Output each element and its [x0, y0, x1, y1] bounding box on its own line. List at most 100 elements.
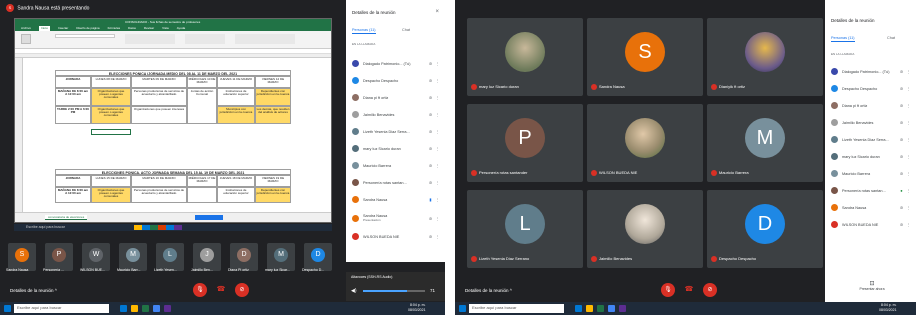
shared-taskbar-search[interactable]: Escribe aquí para buscar	[26, 225, 65, 229]
video-tile[interactable]: Jaimillo Benavides	[587, 190, 703, 268]
speaker-icon[interactable]: ◀)	[351, 288, 357, 294]
more-icon[interactable]: ⋮	[434, 234, 441, 239]
more-icon[interactable]: ⋮	[434, 78, 441, 83]
video-tile[interactable]: P Personería rotas santander	[467, 104, 583, 182]
participant-tile[interactable]: J	[193, 243, 221, 271]
person-row[interactable]: Mauricio Barrera ⊘ ⋮	[831, 168, 912, 179]
file-explorer-icon[interactable]	[586, 305, 593, 312]
more-icon[interactable]: ⋮	[434, 112, 441, 117]
windows-start-icon[interactable]	[4, 305, 11, 312]
more-icon[interactable]: ⋮	[434, 95, 441, 100]
camera-off-button[interactable]: ⊘	[703, 283, 717, 297]
more-icon[interactable]: ⋮	[905, 69, 912, 74]
person-row[interactable]: Personería rotas santan... ● ⋮	[831, 185, 912, 196]
chrome-icon[interactable]	[608, 305, 615, 312]
more-icon[interactable]: ⋮	[905, 171, 912, 176]
tab-people[interactable]: Personas (11)	[352, 28, 376, 34]
taskbar-search[interactable]: Escribe aquí para buscar	[469, 304, 564, 313]
tab-chat[interactable]: Chat	[402, 28, 410, 32]
mic-off-icon[interactable]: ⊘	[898, 171, 905, 176]
video-tile[interactable]: Dianiyik ft ortiz	[707, 18, 823, 96]
sheet-tab[interactable]: convocatoria de elecciones	[45, 215, 88, 220]
meeting-details-toggle[interactable]: Detalles de la reunión ^	[465, 288, 512, 293]
more-icon[interactable]: ⋮	[905, 137, 912, 142]
mic-off-icon[interactable]: ⊘	[427, 180, 434, 185]
mic-off-icon[interactable]: ⊘	[898, 103, 905, 108]
excel-icon[interactable]	[142, 305, 149, 312]
video-tile[interactable]: L Lizeth Yesenia Diaz Serrano	[467, 190, 583, 268]
more-icon[interactable]: ⋮	[434, 146, 441, 151]
video-tile[interactable]: mary luz Sicario duran	[467, 18, 583, 96]
hangup-button[interactable]: ☎	[214, 283, 228, 297]
more-icon[interactable]: ⋮	[905, 188, 912, 193]
teams-icon[interactable]	[619, 305, 626, 312]
person-row[interactable]: Sandra Nausa ⊘ ⋮	[831, 202, 912, 213]
person-row[interactable]: Despacho Despacho ⊘ ⋮	[352, 75, 441, 86]
person-row[interactable]: Dialogado Patrimonio... (Tú) ⊘ ⋮	[352, 58, 441, 69]
person-row[interactable]: Dialogado Patrimonio... (Tú) ⊘ ⋮	[831, 66, 912, 77]
participant-tile[interactable]: W	[82, 243, 110, 271]
mic-off-button[interactable]: 🎙	[661, 283, 675, 297]
person-row[interactable]: Sandra Nausa ▮ ⋮	[352, 194, 441, 205]
font-selector[interactable]	[55, 34, 115, 38]
video-tile[interactable]: WILSON BUEDA NIE	[587, 104, 703, 182]
mic-off-icon[interactable]: ⊘	[898, 69, 905, 74]
participant-tile[interactable]: M	[119, 243, 147, 271]
tab-people[interactable]: Personas (11)	[831, 36, 855, 42]
more-icon[interactable]: ⋮	[434, 180, 441, 185]
teams-icon[interactable]	[164, 305, 171, 312]
more-icon[interactable]: ⋮	[905, 86, 912, 91]
participant-tile[interactable]: P	[45, 243, 73, 271]
person-row[interactable]: Jaimillo Benavides ⊘ ⋮	[831, 117, 912, 128]
mic-off-icon[interactable]: ⊘	[427, 61, 434, 66]
video-tile[interactable]: S Sandra Nausa	[587, 18, 703, 96]
mic-off-icon[interactable]: ⊘	[427, 95, 434, 100]
excel-icon[interactable]	[597, 305, 604, 312]
person-row[interactable]: Personería rotas santan... ⊘ ⋮	[352, 177, 441, 188]
present-now-button[interactable]: ⊡ Presentar ahora	[855, 280, 889, 291]
person-row[interactable]: mary luz Sicario duran ⊘ ⋮	[352, 143, 441, 154]
mic-off-icon[interactable]: ⊘	[427, 78, 434, 83]
tab-chat[interactable]: Chat	[887, 36, 895, 40]
more-icon[interactable]: ⋮	[905, 222, 912, 227]
mic-off-icon[interactable]: ⊘	[898, 86, 905, 91]
person-row[interactable]: WILSON BUEDA NIE ⊘ ⋮	[831, 219, 912, 230]
mic-off-icon[interactable]: ⊘	[427, 112, 434, 117]
paste-icon[interactable]	[21, 34, 31, 44]
mic-off-button[interactable]: 🎙	[193, 283, 207, 297]
taskview-icon[interactable]	[120, 305, 127, 312]
file-explorer-icon[interactable]	[131, 305, 138, 312]
meeting-details-toggle[interactable]: Detalles de la reunión ^	[10, 288, 57, 293]
more-icon[interactable]: ⋮	[905, 103, 912, 108]
mic-off-icon[interactable]: ⊘	[898, 205, 905, 210]
person-row[interactable]: Jaimillo Benavides ⊘ ⋮	[352, 109, 441, 120]
person-row[interactable]: Diana pi ft ortiz ⊘ ⋮	[831, 100, 912, 111]
person-row[interactable]: WILSON BUEDA NIE ⊘ ⋮	[352, 231, 441, 242]
windows-start-icon[interactable]	[459, 305, 466, 312]
camera-off-button[interactable]: ⊘	[235, 283, 249, 297]
chrome-icon[interactable]	[153, 305, 160, 312]
mic-off-icon[interactable]: ⊘	[898, 137, 905, 142]
person-row[interactable]: Despacho Despacho ⊘ ⋮	[831, 83, 912, 94]
more-icon[interactable]: ⋮	[434, 61, 441, 66]
more-icon[interactable]: ⋮	[905, 154, 912, 159]
video-tile[interactable]: M Mauricio Barrera	[707, 104, 823, 182]
person-row[interactable]: Sandra Nausa Presentación ⊘ ⋮	[352, 211, 441, 225]
clock[interactable]: 8:04 p. m. 08/03/2021	[408, 303, 426, 312]
more-icon[interactable]: ⋮	[905, 120, 912, 125]
person-row[interactable]: Diana pi ft ortiz ⊘ ⋮	[352, 92, 441, 103]
mic-off-icon[interactable]: ⊘	[427, 163, 434, 168]
more-icon[interactable]: ⋮	[434, 197, 441, 202]
volume-slider[interactable]	[363, 290, 425, 292]
mic-off-icon[interactable]: ⊘	[427, 234, 434, 239]
video-tile[interactable]: D Despacho Despacho	[707, 190, 823, 268]
more-icon[interactable]: ⋮	[905, 205, 912, 210]
mic-off-icon[interactable]: ⊘	[427, 216, 434, 221]
person-row[interactable]: Mauricio Barrera ⊘ ⋮	[352, 160, 441, 171]
person-row[interactable]: Lizeth Yesenia Diaz Serra... ⊘ ⋮	[352, 126, 441, 137]
participant-tile[interactable]: S	[8, 243, 36, 271]
hangup-button[interactable]: ☎	[682, 283, 696, 297]
person-row[interactable]: Lizeth Yesenia Diaz Serra... ⊘ ⋮	[831, 134, 912, 145]
participant-tile[interactable]: D	[304, 243, 332, 271]
mic-on-icon[interactable]: ▮	[427, 197, 434, 202]
